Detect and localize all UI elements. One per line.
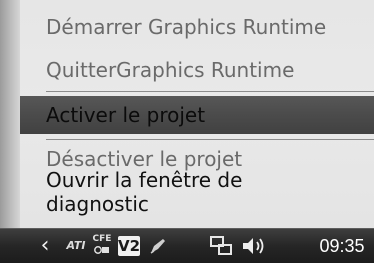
taskbar-notification-area: ‹ ATI CFE V2 09:35 (0, 228, 374, 263)
volume-icon-glyph (243, 238, 264, 254)
network-icon[interactable] (208, 229, 234, 263)
pen-icon[interactable] (148, 229, 168, 263)
menu-item-label-line1: Ouvrir la fenêtre de (46, 168, 243, 192)
pen-icon-glyph (150, 239, 165, 254)
menu-item-label-line2: diagnostic (46, 192, 149, 216)
bottom-margin (0, 263, 387, 277)
v2-runtime-icon[interactable]: V2 (118, 236, 140, 256)
menu-right-margin (374, 0, 387, 228)
menu-item-quit-runtime[interactable]: QuitterGraphics Runtime (20, 51, 374, 89)
menu-item-activate-project[interactable]: Activer le projet (20, 96, 374, 134)
menu-item-open-diagnostic-window[interactable]: Ouvrir la fenêtre de diagnostic (46, 168, 346, 216)
menu-separator (46, 91, 374, 92)
show-hidden-icons-icon[interactable]: ‹ (34, 229, 56, 263)
network-icon-glyph (210, 236, 232, 255)
volume-icon[interactable] (240, 229, 270, 263)
menu-item-start-runtime[interactable]: Démarrer Graphics Runtime (20, 8, 374, 46)
configuration-icon-glyph (94, 246, 109, 254)
configuration-icon[interactable]: CFE (88, 233, 116, 259)
clock[interactable]: 09:35 (314, 229, 370, 263)
ati-catalyst-icon[interactable]: ATI (62, 229, 90, 263)
context-menu: Démarrer Graphics Runtime QuitterGraphic… (0, 0, 387, 228)
menu-icon-gutter (0, 0, 20, 228)
configuration-icon-label: CFE (92, 234, 112, 244)
screen: Démarrer Graphics Runtime QuitterGraphic… (0, 0, 387, 277)
